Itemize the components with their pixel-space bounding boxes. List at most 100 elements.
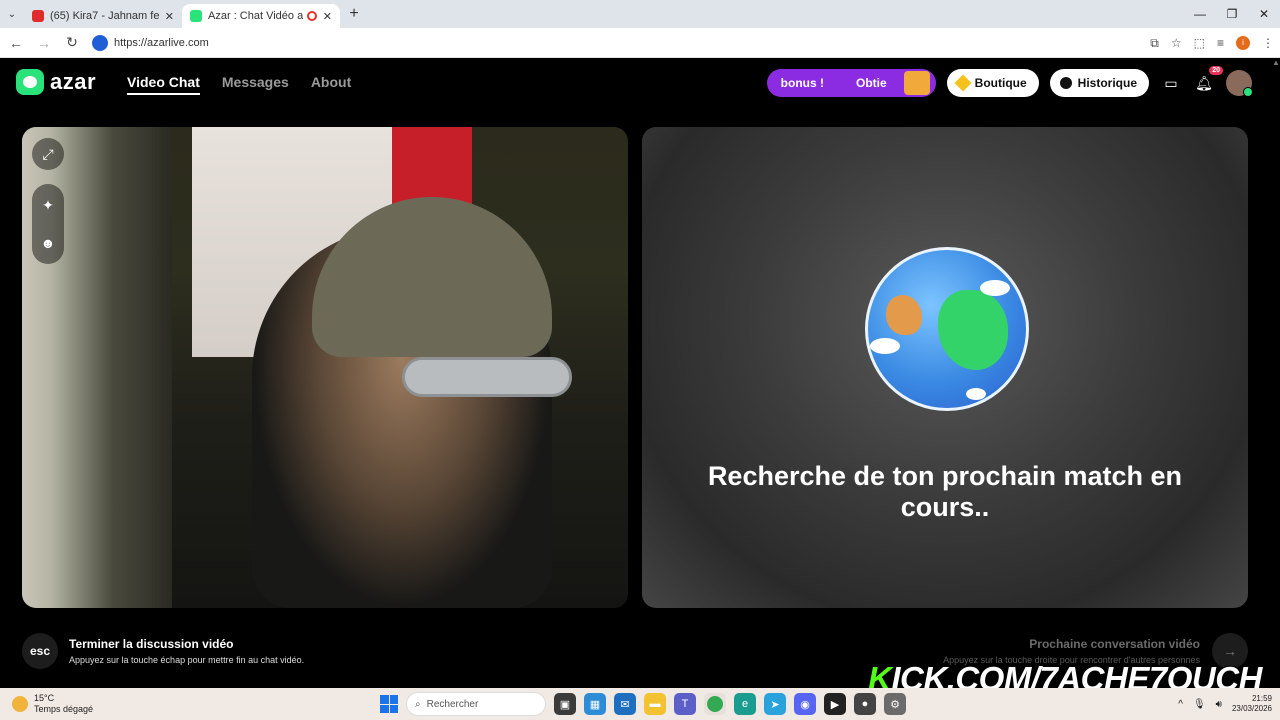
gem-icon [954, 74, 972, 92]
weather-condition: Temps dégagé [34, 704, 94, 714]
restore-icon[interactable]: ❐ [1216, 0, 1248, 28]
youtube-favicon-icon [32, 10, 44, 22]
minimize-icon[interactable]: — [1184, 0, 1216, 28]
boutique-button[interactable]: Boutique [946, 69, 1039, 97]
site-info-icon[interactable] [92, 34, 108, 51]
historique-label: Historique [1077, 76, 1137, 90]
back-icon[interactable]: ← [4, 35, 28, 51]
telegram-icon[interactable]: ➤ [764, 693, 786, 715]
media-controls-icon[interactable]: ≡ [1217, 36, 1224, 50]
azar-logo-icon [16, 69, 44, 95]
chrome-icon[interactable] [704, 693, 726, 715]
store-icon[interactable]: ▦ [584, 693, 606, 715]
windows-taskbar: 15°C Temps dégagé ⌕ Rechercher ▣ ▦ ✉ ▬ T… [0, 688, 1280, 720]
close-tab-icon[interactable]: ✕ [165, 10, 174, 23]
gift-chest-icon [903, 71, 930, 95]
historique-button[interactable]: Historique [1049, 69, 1149, 97]
notification-bell-icon[interactable]: 🔔︎ 20 [1193, 66, 1223, 94]
globe-land [886, 295, 922, 335]
globe-cloud [980, 280, 1010, 296]
azar-logo[interactable]: azar [16, 69, 96, 95]
tray-chevron-icon[interactable]: ^ [1178, 699, 1183, 710]
page-scrollbar[interactable]: ▲ [1272, 58, 1280, 688]
logo-text: azar [50, 69, 97, 94]
main-nav: Video Chat Messages About [127, 74, 351, 95]
end-chat-text: Terminer la discussion vidéo Appuyez sur… [69, 637, 304, 665]
end-chat-title: Terminer la discussion vidéo [69, 637, 234, 651]
url-field[interactable]: https://azarlive.com [92, 32, 1132, 54]
search-icon: ⌕ [415, 698, 421, 710]
globe-icon [865, 247, 1029, 411]
bookmark-star-icon[interactable]: ☆ [1171, 36, 1182, 50]
url-text: https://azarlive.com [114, 36, 209, 49]
system-clock[interactable]: 21:59 23/03/2026 [1232, 694, 1272, 714]
reload-icon[interactable]: ↻ [60, 34, 84, 51]
browser-menu-icon[interactable]: ⋮ [1262, 36, 1274, 50]
close-tab-icon[interactable]: ✕ [323, 10, 332, 23]
azar-page: azar Video Chat Messages About bonus ! O… [0, 58, 1280, 688]
taskbar-search[interactable]: ⌕ Rechercher [406, 692, 546, 716]
teams-icon[interactable]: T [674, 693, 696, 715]
bonus-banner[interactable]: bonus ! Obtie [766, 69, 936, 97]
edge-icon[interactable]: e [734, 693, 756, 715]
expand-video-button[interactable]: ⤢ [32, 138, 64, 170]
bonus-label: bonus ! [780, 76, 824, 90]
inbox-icon[interactable]: ▭ [1160, 72, 1182, 94]
tab-title: (65) Kira7 - Jahnam feat @Reep [50, 10, 159, 22]
globe-land [938, 290, 1008, 370]
close-window-icon[interactable]: ✕ [1248, 0, 1280, 28]
discord-icon[interactable]: ◉ [794, 693, 816, 715]
obs-icon[interactable]: ● [854, 693, 876, 715]
install-app-icon[interactable]: ⧉ [1150, 36, 1159, 51]
tab-azar[interactable]: Azar : Chat Vidéo avec de n ✕ [182, 4, 340, 28]
recording-indicator-icon [306, 11, 317, 21]
system-tray: ^ 🎙︎ 🔊︎ 21:59 23/03/2026 [1178, 688, 1272, 720]
globe-cloud [966, 388, 986, 400]
globe-cloud [870, 338, 900, 354]
extensions-icon[interactable]: ⬚ [1194, 36, 1205, 50]
new-tab-button[interactable]: + [344, 5, 364, 23]
nav-video-chat[interactable]: Video Chat [127, 74, 200, 95]
address-bar-row: ← → ↻ https://azarlive.com ⧉ ☆ ⬚ ≡ i ⋮ [0, 28, 1280, 58]
clock-date: 23/03/2026 [1231, 704, 1272, 713]
boutique-label: Boutique [974, 76, 1027, 90]
scroll-up-icon[interactable]: ▲ [1272, 58, 1280, 67]
tab-youtube[interactable]: (65) Kira7 - Jahnam feat @Reep ✕ [24, 4, 182, 28]
microphone-icon[interactable]: 🎙︎ [1193, 699, 1206, 710]
magic-wand-icon[interactable]: ✦ [32, 188, 64, 222]
task-view-icon[interactable]: ▣ [554, 693, 576, 715]
tab-search-chevron-icon[interactable]: ⌄ [0, 0, 24, 28]
taskbar-search-placeholder: Rechercher [426, 698, 479, 710]
settings-gear-icon[interactable]: ⚙ [884, 693, 906, 715]
forward-icon[interactable]: → [32, 35, 56, 51]
esc-key-button[interactable]: esc [22, 633, 58, 669]
user-sunglasses [402, 357, 572, 397]
weather-widget[interactable]: 15°C Temps dégagé [12, 693, 93, 715]
nav-messages[interactable]: Messages [222, 74, 289, 95]
remote-video-panel: Recherche de ton prochain match en cours… [642, 127, 1248, 608]
outlook-icon[interactable]: ✉ [614, 693, 636, 715]
browser-tab-bar: ⌄ (65) Kira7 - Jahnam feat @Reep ✕ Azar … [0, 0, 1280, 28]
bonus-cta-label: Obtie [855, 76, 887, 90]
browser-tools: ⧉ ☆ ⬚ ≡ i ⋮ [1150, 28, 1274, 58]
window-controls: — ❐ ✕ [1184, 0, 1280, 28]
profile-avatar[interactable]: i [1236, 36, 1250, 50]
clock-icon [1059, 77, 1072, 89]
notification-badge: 20 [1209, 66, 1223, 75]
arrow-right-icon: → [1223, 643, 1237, 659]
clock-time: 21:59 [1251, 694, 1272, 703]
file-explorer-icon[interactable]: ▬ [644, 693, 666, 715]
tab-title: Azar : Chat Vidéo avec de n [208, 10, 303, 22]
windows-start-icon[interactable] [380, 695, 398, 713]
face-sticker-icon[interactable]: ☻ [32, 226, 64, 260]
header-actions: bonus ! Obtie Boutique Historique ▭ 🔔︎ 2… [766, 66, 1253, 97]
nav-about[interactable]: About [311, 74, 351, 95]
end-chat-action[interactable]: esc Terminer la discussion vidéo Appuyez… [22, 633, 304, 669]
user-avatar[interactable] [1226, 70, 1253, 97]
terminal-app-icon[interactable]: ▶ [824, 693, 846, 715]
volume-icon[interactable]: 🔊︎ [1216, 699, 1222, 710]
end-chat-subtitle: Appuyez sur la touche échap pour mettre … [69, 655, 305, 665]
temperature: 15°C [34, 693, 55, 703]
searching-status-text: Recherche de ton prochain match en cours… [707, 461, 1183, 522]
azar-favicon-icon [190, 10, 202, 22]
